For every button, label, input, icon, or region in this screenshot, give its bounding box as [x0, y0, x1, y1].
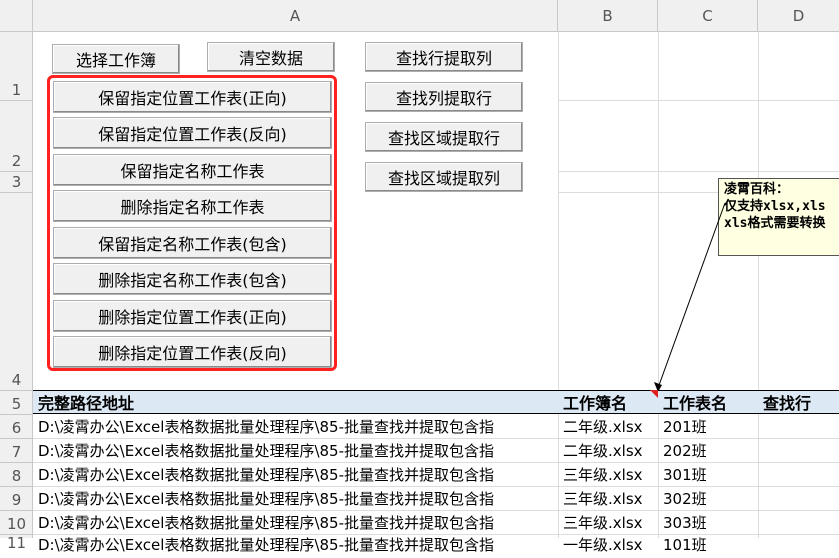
delete-sheet-by-name-contains-button[interactable]: 删除指定名称工作表(包含)	[53, 263, 332, 295]
row-divider	[0, 510, 33, 511]
keep-sheet-by-name-button[interactable]: 保留指定名称工作表	[53, 154, 332, 186]
lookup-row-extract-column-button[interactable]: 查找行提取列	[365, 42, 523, 72]
row-header-2[interactable]: 2	[0, 100, 33, 171]
keep-sheet-by-name-contains-button[interactable]: 保留指定名称工作表(包含)	[53, 227, 332, 259]
gridline	[558, 100, 839, 101]
lookup-area-extract-row-button[interactable]: 查找区域提取行	[365, 122, 523, 152]
cell-sheet[interactable]: 201班	[659, 414, 758, 438]
header-full-path[interactable]: 完整路径地址	[34, 391, 558, 413]
row-header-3[interactable]: 3	[0, 171, 33, 192]
cell-sheet[interactable]: 303班	[659, 510, 758, 534]
header-lookup-row[interactable]: 查找行	[759, 391, 839, 413]
cell-path[interactable]: D:\凌霄办公\Excel表格数据批量处理程序\85-批量查找并提取包含指	[34, 486, 558, 510]
header-sheet-name[interactable]: 工作表名	[659, 391, 758, 413]
row-header-6[interactable]: 6	[0, 414, 33, 438]
lookup-column-extract-row-button[interactable]: 查找列提取行	[365, 82, 523, 112]
cell-sheet[interactable]: 202班	[659, 438, 758, 462]
row-divider	[0, 534, 33, 535]
row-divider	[0, 462, 33, 463]
row-divider	[0, 100, 33, 101]
row-header-4[interactable]: 4	[0, 192, 33, 390]
row-header-1[interactable]: 1	[0, 32, 33, 100]
column-header-d[interactable]: D	[758, 0, 839, 32]
column-header-a[interactable]: A	[33, 0, 558, 32]
row-divider	[0, 390, 33, 391]
row-divider	[0, 171, 33, 172]
comment-connector	[654, 202, 726, 392]
keep-sheet-by-position-forward-button[interactable]: 保留指定位置工作表(正向)	[53, 81, 332, 113]
comment-line-title: 凌霄百科：	[724, 182, 790, 197]
cell-path[interactable]: D:\凌霄办公\Excel表格数据批量处理程序\85-批量查找并提取包含指	[34, 462, 558, 486]
column-header-c[interactable]: C	[658, 0, 758, 32]
column-header-b[interactable]: B	[558, 0, 658, 32]
delete-sheet-by-name-button[interactable]: 删除指定名称工作表	[53, 190, 332, 222]
row-divider	[0, 414, 33, 415]
gridline	[758, 32, 759, 538]
row-header-10[interactable]: 10	[0, 510, 33, 534]
row-header-5[interactable]: 5	[0, 390, 33, 414]
delete-sheet-by-position-forward-button[interactable]: 删除指定位置工作表(正向)	[53, 300, 332, 332]
select-workbook-button[interactable]: 选择工作簿	[52, 44, 180, 74]
cell-path[interactable]: D:\凌霄办公\Excel表格数据批量处理程序\85-批量查找并提取包含指	[34, 510, 558, 534]
row-header-8[interactable]: 8	[0, 462, 33, 486]
keep-sheet-by-position-reverse-button[interactable]: 保留指定位置工作表(反向)	[53, 117, 332, 149]
row-divider	[0, 486, 33, 487]
row-header-9[interactable]: 9	[0, 486, 33, 510]
gridline	[558, 171, 839, 172]
lookup-area-extract-column-button[interactable]: 查找区域提取列	[365, 162, 523, 192]
cell-path[interactable]: D:\凌霄办公\Excel表格数据批量处理程序\85-批量查找并提取包含指	[34, 414, 558, 438]
delete-sheet-by-position-reverse-button[interactable]: 删除指定位置工作表(反向)	[53, 336, 332, 368]
comment-indicator-icon	[650, 390, 658, 398]
cell-comment-box: 凌霄百科： 仅支持xlsx,xls xls格式需要转换	[718, 178, 839, 256]
comment-line-convert: xls格式需要转换	[724, 216, 826, 231]
row-divider	[0, 192, 33, 193]
cell-sheet[interactable]: 301班	[659, 462, 758, 486]
cell-workbook[interactable]: 三年级.xlsx	[559, 486, 658, 510]
cell-workbook[interactable]: 二年级.xlsx	[559, 438, 658, 462]
header-workbook-name[interactable]: 工作簿名	[559, 391, 658, 413]
clear-data-button[interactable]: 清空数据	[207, 42, 335, 72]
cell-sheet[interactable]: 302班	[659, 486, 758, 510]
cell-workbook[interactable]: 三年级.xlsx	[559, 462, 658, 486]
comment-line-support: 仅支持xlsx,xls	[724, 199, 826, 214]
select-all-corner[interactable]	[0, 0, 33, 32]
row-divider	[0, 438, 33, 439]
row-header-7[interactable]: 7	[0, 438, 33, 462]
cell-path[interactable]: D:\凌霄办公\Excel表格数据批量处理程序\85-批量查找并提取包含指	[34, 438, 558, 462]
cell-workbook[interactable]: 二年级.xlsx	[559, 414, 658, 438]
cell-workbook[interactable]: 三年级.xlsx	[559, 510, 658, 534]
